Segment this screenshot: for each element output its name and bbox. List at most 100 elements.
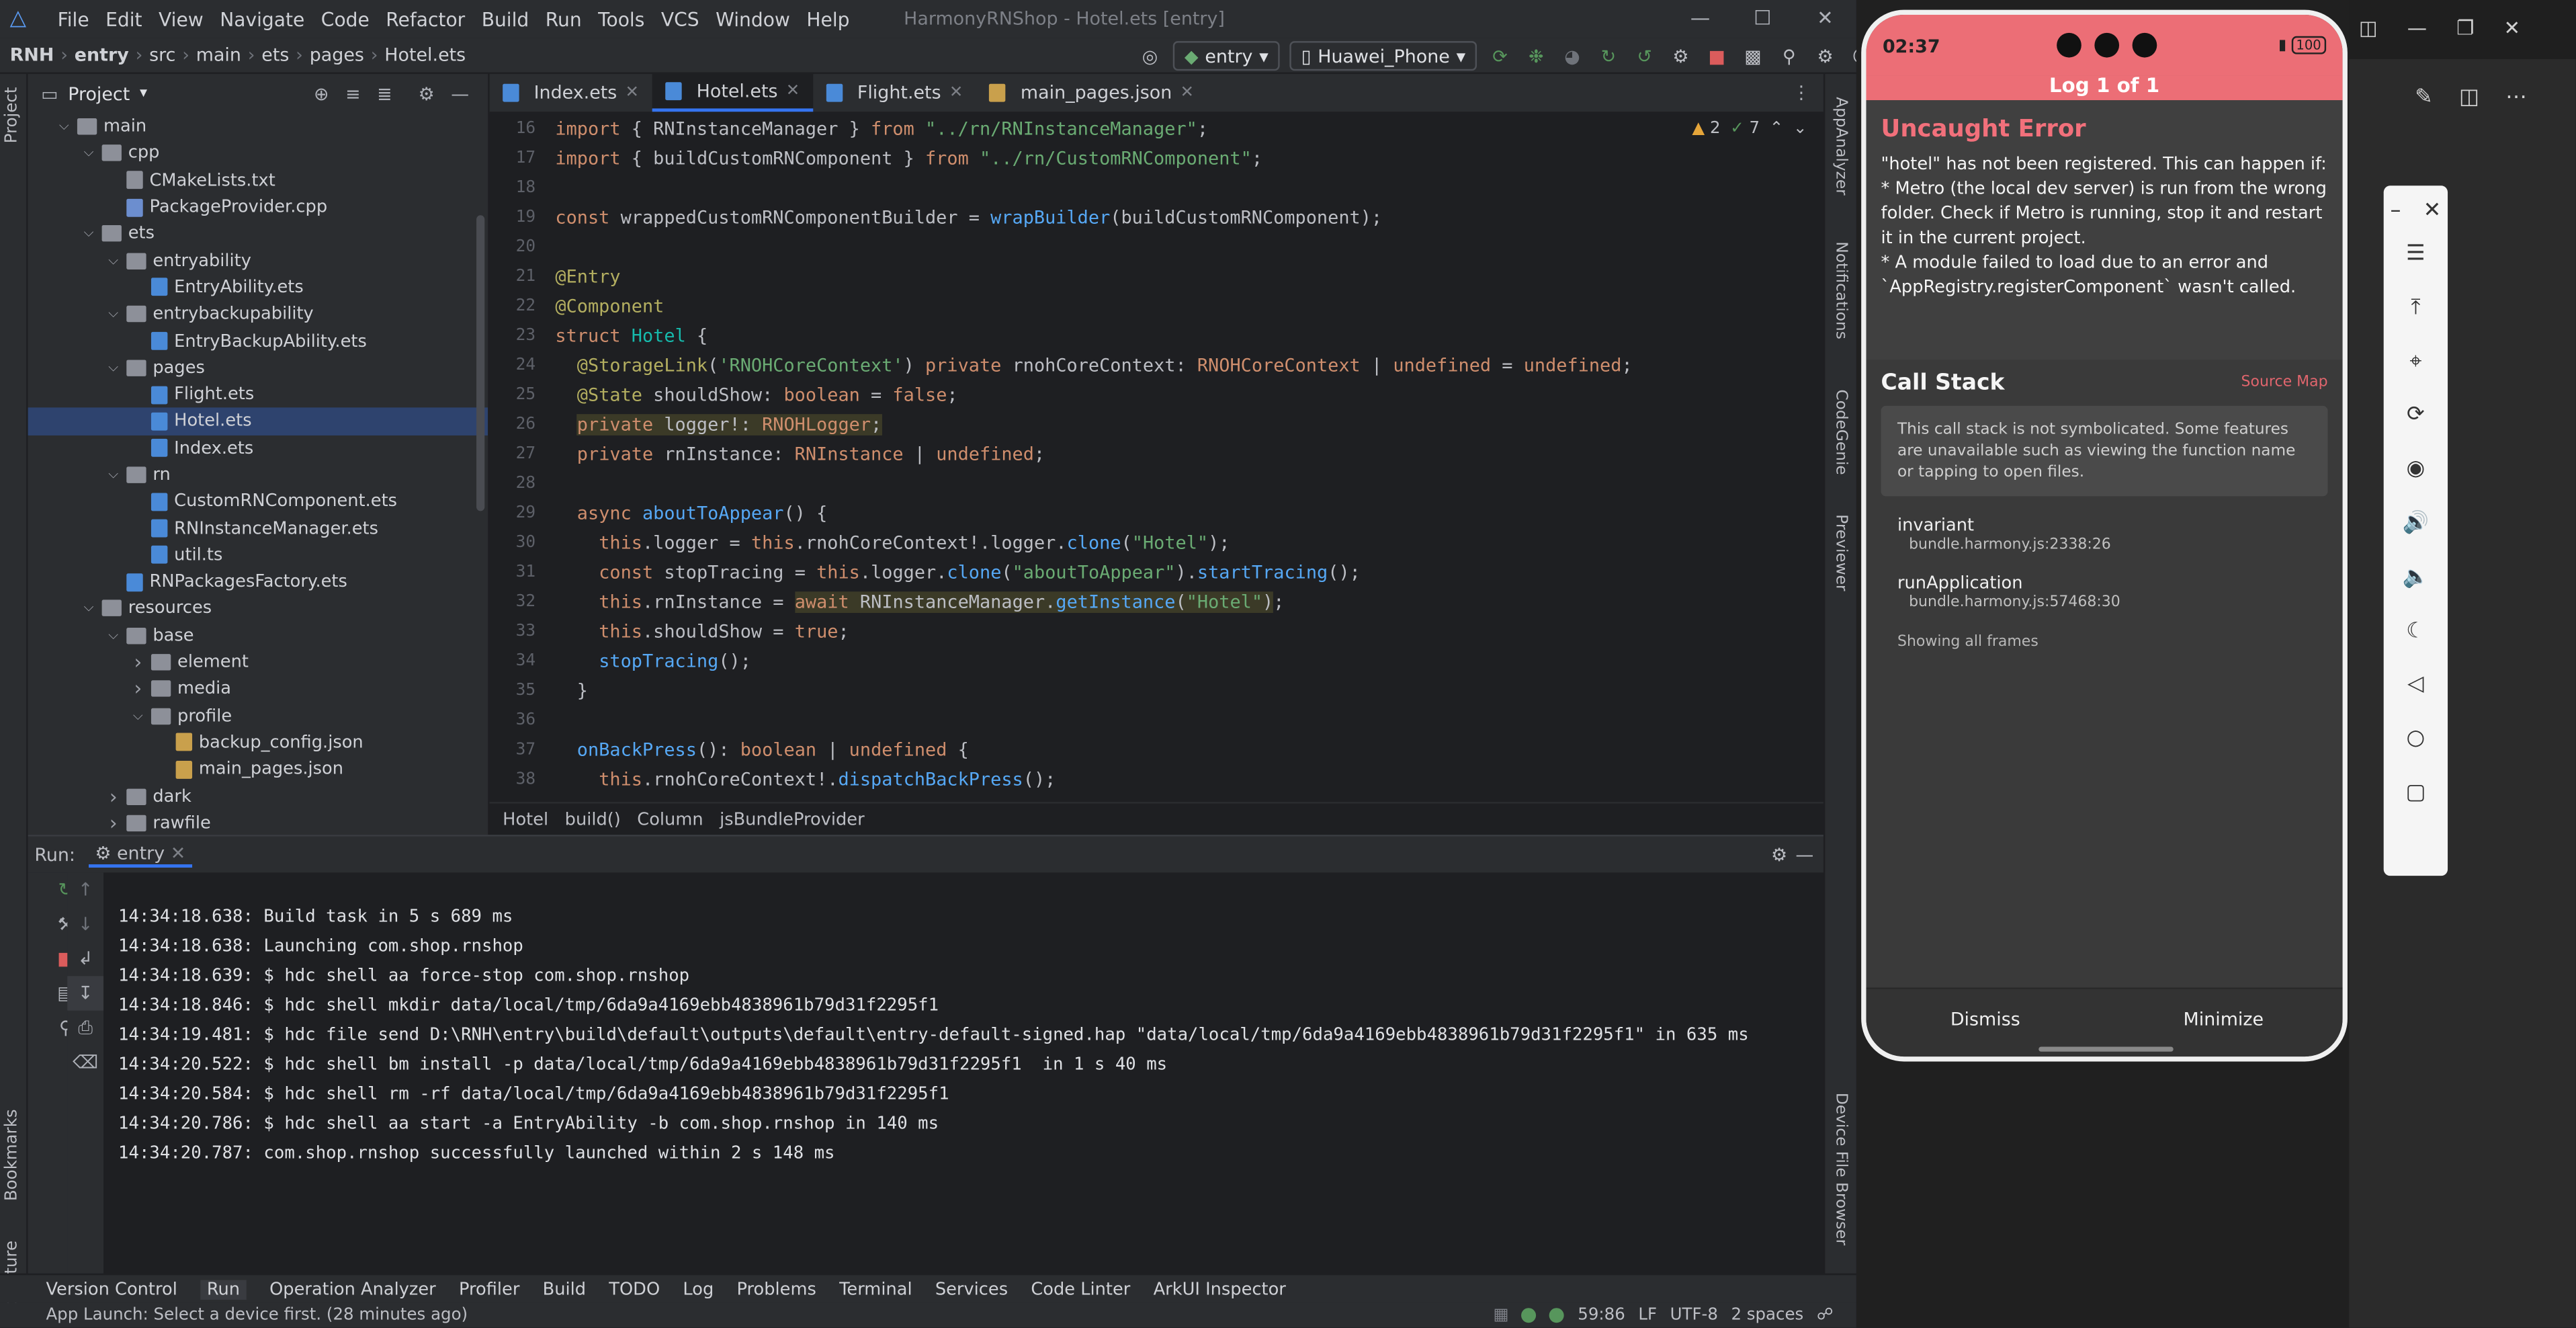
minimize-icon[interactable]: — [1669,0,1731,38]
device-manager-icon[interactable]: ▩ [1740,45,1766,67]
code-line[interactable]: 32 this.rnInstance = await RNInstanceMan… [490,587,1823,616]
tree-item[interactable]: ⌵ cpp [28,140,488,167]
more-icon[interactable]: ⋯ [2505,85,2527,110]
tool-tab-problems[interactable]: Problems [737,1279,816,1298]
trash-icon[interactable]: ⌫ [67,1045,103,1079]
caret-position[interactable]: 59:86 [1578,1306,1625,1325]
code-line[interactable]: 33 this.shouldShow = true; [490,616,1823,646]
menu-item-code[interactable]: Code [313,7,378,30]
editor-breadcrumb-item[interactable]: Hotel [503,809,548,829]
tool-tab-version-control[interactable]: Version Control [46,1279,177,1298]
maximize-icon[interactable]: ☐ [1731,0,1794,38]
run-config-select[interactable]: ◆ entry ▾ [1172,41,1280,71]
menu-item-tools[interactable]: Tools [590,7,653,30]
tab-hotel-ets[interactable]: Hotel.ets ✕ [652,72,813,112]
breadcrumb-item[interactable]: entry [75,44,129,66]
rotate-icon[interactable]: ⟳ [2384,390,2448,444]
editor-breadcrumb-item[interactable]: Column [637,809,703,829]
memory-icon[interactable]: ▦ [1494,1306,1509,1325]
chevron-down-icon[interactable]: ⌵ [81,601,97,617]
chevron-right-icon[interactable]: › [105,785,121,808]
tool-tab-run[interactable]: Run [200,1279,247,1299]
menu-item-file[interactable]: File [49,7,97,30]
tree-item[interactable]: ⌵ rn [28,462,488,489]
code-line[interactable]: 35 } [490,675,1823,705]
chevron-down-icon[interactable]: ⌵ [130,708,146,724]
chevron-down-icon[interactable]: ⌵ [105,466,121,483]
tool-tab-todo[interactable]: TODO [609,1279,660,1298]
tree-item[interactable]: ⌵ main [28,114,488,140]
tree-item[interactable]: › element [28,649,488,676]
tree-item[interactable]: util.ts [28,542,488,569]
source-map-button[interactable]: Source Map [2241,374,2328,390]
code-line[interactable]: 21 @Entry [490,261,1823,291]
breadcrumb-item[interactable]: RNH [10,44,54,66]
tree-item[interactable]: Flight.ets [28,381,488,408]
tool-tab-build[interactable]: Build [543,1279,586,1298]
tool-tab-terminal[interactable]: Terminal [839,1279,912,1298]
stack-frame[interactable]: runApplication bundle.harmony.js:57468:30 [1881,573,2328,611]
chevron-down-icon[interactable]: ▾ [140,85,147,101]
project-view-select[interactable]: Project [68,83,130,104]
arrow-up-icon[interactable]: ↑ [67,872,103,907]
more-icon[interactable]: ⋮ [1792,82,1810,103]
menu-item-vcs[interactable]: VCS [653,7,707,30]
tree-item[interactable]: PackageProvider.cpp [28,194,488,220]
pin-top-icon[interactable]: ⤒ [2384,282,2448,336]
file-encoding[interactable]: UTF-8 [1670,1306,1718,1325]
tree-item[interactable]: backup_config.json [28,729,488,756]
chevron-down-icon[interactable]: ⌵ [105,306,121,322]
volume-down-icon[interactable]: 🔈 [2384,552,2448,606]
tool-tab-code-linter[interactable]: Code Linter [1031,1279,1130,1298]
code-line[interactable]: 28 [490,468,1823,498]
code-line[interactable]: 27 private rnInstance: RNInstance | unde… [490,439,1823,468]
tree-item[interactable]: ⌵ base [28,622,488,649]
tool-tab-arkui-inspector[interactable]: ArkUI Inspector [1154,1279,1286,1298]
tab-flight-ets[interactable]: Flight.ets ✕ [813,73,976,112]
code-line[interactable]: 29 async aboutToAppear() { [490,498,1823,528]
code-line[interactable]: 36 [490,705,1823,735]
codegenie-tool-tab[interactable]: CodeGenie [1832,389,1850,474]
back-icon[interactable]: ◁ [2384,659,2448,713]
breadcrumb-item[interactable]: main [196,44,241,66]
shake-icon[interactable]: ☾ [2384,606,2448,659]
status-message[interactable]: App Launch: Select a device first. (28 m… [46,1306,468,1325]
code-line[interactable]: 37 onBackPress(): boolean | undefined { [490,735,1823,764]
tree-item[interactable]: › dark [28,783,488,810]
menu-item-help[interactable]: Help [798,7,858,30]
search-icon[interactable]: ⚲ [1776,45,1802,67]
restore-icon[interactable]: ❐ [2456,16,2474,39]
apply-changes-icon[interactable]: ↻ [1595,45,1621,67]
tree-item[interactable]: EntryAbility.ets [28,274,488,301]
lock-icon[interactable]: ☍ [1817,1306,1834,1325]
stack-frame[interactable]: invariant bundle.harmony.js:2338:26 [1881,516,2328,554]
tool-tab-operation-analyzer[interactable]: Operation Analyzer [269,1279,436,1298]
profiler-icon[interactable]: ⚙ [1668,45,1694,67]
stop-icon[interactable]: ■ [1704,45,1730,67]
split-icon[interactable]: ◫ [2359,16,2378,39]
rerun-icon[interactable]: ⟳ [1487,45,1513,67]
close-icon[interactable]: ✕ [2423,185,2442,239]
code-line[interactable]: 20 [490,232,1823,261]
line-separator[interactable]: LF [1638,1306,1657,1325]
code-line[interactable]: 22 @Component [490,291,1823,321]
tree-item[interactable]: CustomRNComponent.ets [28,489,488,515]
crop-icon[interactable]: ⌖ [2384,336,2448,390]
device-select[interactable]: ▯ Huawei_Phone ▾ [1289,41,1477,71]
chevron-down-icon[interactable]: ⌵ [105,360,121,376]
showing-all-frames[interactable]: Showing all frames [1881,634,2328,651]
tree-item[interactable]: EntryBackupAbility.ets [28,327,488,354]
chevron-right-icon[interactable]: › [105,811,121,834]
settings-icon[interactable]: ⚙ [1771,844,1787,866]
tool-tab-profiler[interactable]: Profiler [459,1279,519,1298]
scroll-to-end-icon[interactable]: ↧ [67,976,104,1011]
appanalyzer-tool-tab[interactable]: AppAnalyzer [1832,97,1850,195]
apply-code-icon[interactable]: ↺ [1631,45,1658,67]
tab-index-ets[interactable]: Index.ets ✕ [490,73,652,112]
tree-item[interactable]: CMakeLists.txt [28,167,488,194]
code-line[interactable]: 17 import { buildCustomRNComponent } from… [490,143,1823,173]
console-output[interactable]: 14:34:18.638: Build task in 5 s 689 ms 14… [118,902,1749,1168]
bookmarks-tool-tab[interactable]: Bookmarks [3,1109,22,1201]
notifications-tool-tab[interactable]: Notifications [1832,241,1850,339]
chevron-down-icon[interactable]: ⌵ [105,627,121,643]
